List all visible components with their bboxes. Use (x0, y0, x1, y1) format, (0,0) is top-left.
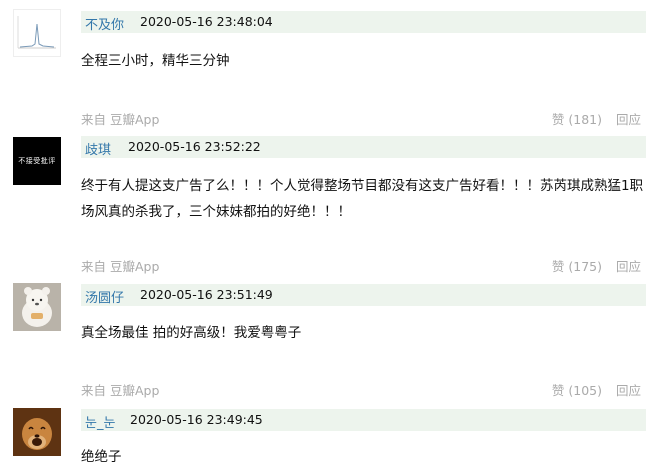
avatar[interactable] (13, 408, 61, 456)
comment-header: 不及你 2020-05-16 23:48:04 (81, 11, 646, 33)
comment-text: 绝绝子 (81, 449, 122, 465)
reply-button[interactable]: 回应 (616, 383, 641, 398)
comment-text: 终于有人提这支广告了么！！！个人觉得整场节目都没有这支广告好看！！！苏芮琪成熟猛… (81, 178, 644, 220)
timestamp: 2020-05-16 23:49:45 (130, 412, 263, 427)
username[interactable]: 不及你 (85, 14, 124, 33)
like-button[interactable]: 赞 (105) (552, 383, 602, 398)
bear-avatar-icon (22, 287, 52, 327)
reply-button[interactable]: 回应 (616, 112, 641, 127)
chart-avatar-icon (17, 16, 56, 49)
like-count: (105) (568, 383, 602, 398)
comment-footer: 来自 豆瓣App 赞 (181) 回应 (81, 109, 641, 129)
timestamp: 2020-05-16 23:52:22 (128, 139, 261, 154)
username[interactable]: 歧琪 (85, 139, 111, 158)
like-button[interactable]: 赞 (175) (552, 259, 602, 274)
comment-header: 歧琪 2020-05-16 23:52:22 (81, 136, 646, 158)
username[interactable]: 汤圆仔 (85, 287, 124, 306)
comment-text: 真全场最佳 拍的好高级！我爱粤粤子 (81, 325, 302, 341)
source-label: 来自 豆瓣App (81, 383, 160, 398)
comment-actions: 赞 (175) 回应 (552, 256, 641, 275)
avatar[interactable]: 不接受批评 (13, 137, 61, 185)
comment-actions: 赞 (105) 回应 (552, 380, 641, 399)
like-button[interactable]: 赞 (181) (552, 112, 602, 127)
timestamp: 2020-05-16 23:48:04 (140, 14, 273, 29)
reply-button[interactable]: 回应 (616, 259, 641, 274)
timestamp: 2020-05-16 23:51:49 (140, 287, 273, 302)
like-count: (175) (568, 259, 602, 274)
like-label: 赞 (551, 383, 565, 398)
dog-avatar-icon (13, 408, 61, 456)
avatar[interactable] (13, 9, 61, 57)
source-label: 来自 豆瓣App (81, 259, 160, 274)
username[interactable]: 눈_눈 (85, 412, 115, 431)
like-label: 赞 (551, 112, 565, 127)
comment-header: 汤圆仔 2020-05-16 23:51:49 (81, 284, 646, 306)
comment-actions: 赞 (181) 回应 (552, 109, 641, 128)
source-label: 来自 豆瓣App (81, 112, 160, 127)
avatar-text: 不接受批评 (18, 157, 56, 165)
like-label: 赞 (551, 259, 565, 274)
comment-footer: 来自 豆瓣App 赞 (175) 回应 (81, 256, 641, 276)
like-count: (181) (568, 112, 602, 127)
comment-footer: 来自 豆瓣App 赞 (105) 回应 (81, 380, 641, 400)
comment-text: 全程三小时，精华三分钟 (81, 53, 230, 69)
avatar[interactable] (13, 283, 61, 331)
comment-header: 눈_눈 2020-05-16 23:49:45 (81, 409, 646, 431)
